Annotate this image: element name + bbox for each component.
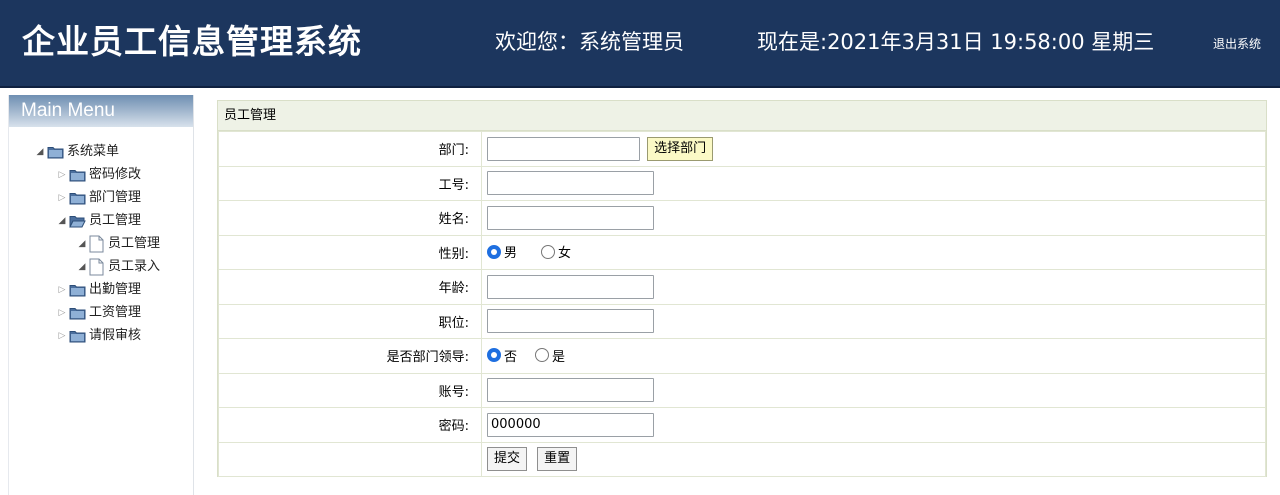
is-leader-no-label: 否 (504, 349, 518, 365)
select-department-button[interactable]: 选择部门 (647, 136, 714, 161)
age-label: 年龄: (218, 269, 482, 305)
is-leader-radio-group: 否 是 (487, 346, 589, 365)
gender-female-label: 女 (558, 246, 572, 261)
tree-node-attendance[interactable]: ▷ 出勤管理 (55, 280, 141, 300)
welcome-text: 欢迎您：系统管理员 (495, 30, 684, 54)
form-row-gender: 性别: 男 女 (218, 234, 1266, 270)
expanded-triangle-icon[interactable]: ◢ (75, 257, 89, 277)
tree-node-employee-entry[interactable]: ◢ 员工录入 (75, 257, 160, 277)
file-icon (89, 235, 104, 253)
tree-node-label: 密码修改 (89, 167, 142, 182)
form-row-name: 姓名: (218, 200, 1266, 236)
tree-node-label: 工资管理 (89, 305, 142, 320)
folder-icon (69, 168, 86, 182)
tree-node-label: 员工管理 (89, 213, 142, 228)
position-input[interactable] (487, 309, 654, 334)
gender-male-radio[interactable] (487, 244, 501, 259)
collapsed-triangle-icon[interactable]: ▷ (55, 280, 69, 300)
tree-node-label: 请假审核 (89, 328, 142, 343)
name-label: 姓名: (218, 200, 482, 236)
department-input[interactable] (487, 136, 640, 161)
submit-button[interactable]: 提交 (487, 447, 528, 472)
employee-form-panel: 员工管理 部门: 选择部门 工号: 姓名: 性别: 男 女 年龄: 职位: 是否… (217, 100, 1267, 477)
form-row-password: 密码: (218, 407, 1266, 443)
expanded-triangle-icon[interactable]: ◢ (75, 234, 89, 254)
tree-node-password[interactable]: ▷ 密码修改 (55, 165, 141, 185)
tree-node-label: 员工录入 (108, 259, 161, 274)
expanded-triangle-icon[interactable]: ◢ (33, 142, 47, 162)
account-label: 账号: (218, 372, 482, 408)
tree-node-salary[interactable]: ▷ 工资管理 (55, 303, 141, 323)
folder-icon (69, 306, 86, 320)
folder-icon (69, 329, 86, 343)
tree-node-employee-manage[interactable]: ◢ 员工管理 (75, 234, 160, 254)
tree-node-leave-review[interactable]: ▷ 请假审核 (55, 326, 141, 346)
position-label: 职位: (218, 303, 482, 339)
tree-node-label: 部门管理 (89, 190, 142, 205)
folder-icon (69, 283, 86, 297)
employee-no-label: 工号: (218, 165, 482, 201)
form-row-is-leader: 是否部门领导: 否 是 (218, 338, 1266, 374)
gender-label: 性别: (218, 234, 482, 270)
employee-form: 部门: 选择部门 工号: 姓名: 性别: 男 女 年龄: 职位: 是否部门领导:… (218, 131, 1266, 477)
app-title: 企业员工信息管理系统 (22, 22, 362, 61)
form-row-age: 年龄: (218, 269, 1266, 305)
is-leader-no-radio[interactable] (487, 348, 501, 362)
tree-node-label: 员工管理 (108, 236, 161, 251)
account-input[interactable] (487, 378, 654, 403)
is-leader-label: 是否部门领导: (218, 338, 482, 374)
actions-empty-cell (218, 441, 482, 477)
form-row-account: 账号: (218, 372, 1266, 408)
collapsed-triangle-icon[interactable]: ▷ (55, 303, 69, 323)
tree-node-department[interactable]: ▷ 部门管理 (55, 188, 141, 208)
department-label: 部门: (218, 131, 482, 167)
collapsed-triangle-icon[interactable]: ▷ (55, 326, 69, 346)
gender-female-radio[interactable] (541, 244, 556, 259)
is-leader-yes-radio[interactable] (535, 348, 550, 362)
tree-node-label: 出勤管理 (89, 282, 142, 297)
collapsed-triangle-icon[interactable]: ▷ (55, 165, 69, 185)
collapsed-triangle-icon[interactable]: ▷ (55, 188, 69, 208)
expanded-triangle-icon[interactable]: ◢ (55, 211, 69, 231)
folder-icon (69, 191, 86, 205)
current-datetime: 现在是:2021年3月31日 19:58:00 星期三 (757, 30, 1155, 54)
tree-node-label: 系统菜单 (67, 144, 120, 159)
main-menu-header: Main Menu (9, 95, 193, 127)
gender-male-label: 男 (504, 246, 518, 261)
name-input[interactable] (487, 205, 654, 230)
form-row-department: 部门: 选择部门 (218, 131, 1266, 167)
tree-node-employee[interactable]: ◢ 员工管理 (55, 211, 141, 231)
form-row-position: 职位: (218, 303, 1266, 339)
folder-icon (47, 145, 64, 159)
top-header: 企业员工信息管理系统 欢迎您：系统管理员 现在是:2021年3月31日 19:5… (0, 0, 1280, 88)
password-input[interactable] (487, 412, 654, 437)
open-folder-icon (69, 214, 86, 228)
password-label: 密码: (218, 407, 482, 443)
age-input[interactable] (487, 274, 654, 299)
panel-title: 员工管理 (218, 101, 1266, 131)
employee-no-input[interactable] (487, 171, 654, 196)
form-row-employee-no: 工号: (218, 165, 1266, 201)
form-row-actions: 提交 重置 (218, 441, 1266, 477)
logout-link[interactable]: 退出系统 (1213, 36, 1261, 52)
reset-button[interactable]: 重置 (537, 447, 578, 472)
sidebar: Main Menu ◢ 系统菜单 ▷ 密码修改 ▷ 部门管理 ◢ 员工管理 ◢ … (8, 95, 194, 495)
tree-node-root[interactable]: ◢ 系统菜单 (33, 142, 119, 162)
file-icon (89, 258, 104, 276)
is-leader-yes-label: 是 (552, 349, 566, 365)
gender-radio-group: 男 女 (487, 242, 595, 261)
